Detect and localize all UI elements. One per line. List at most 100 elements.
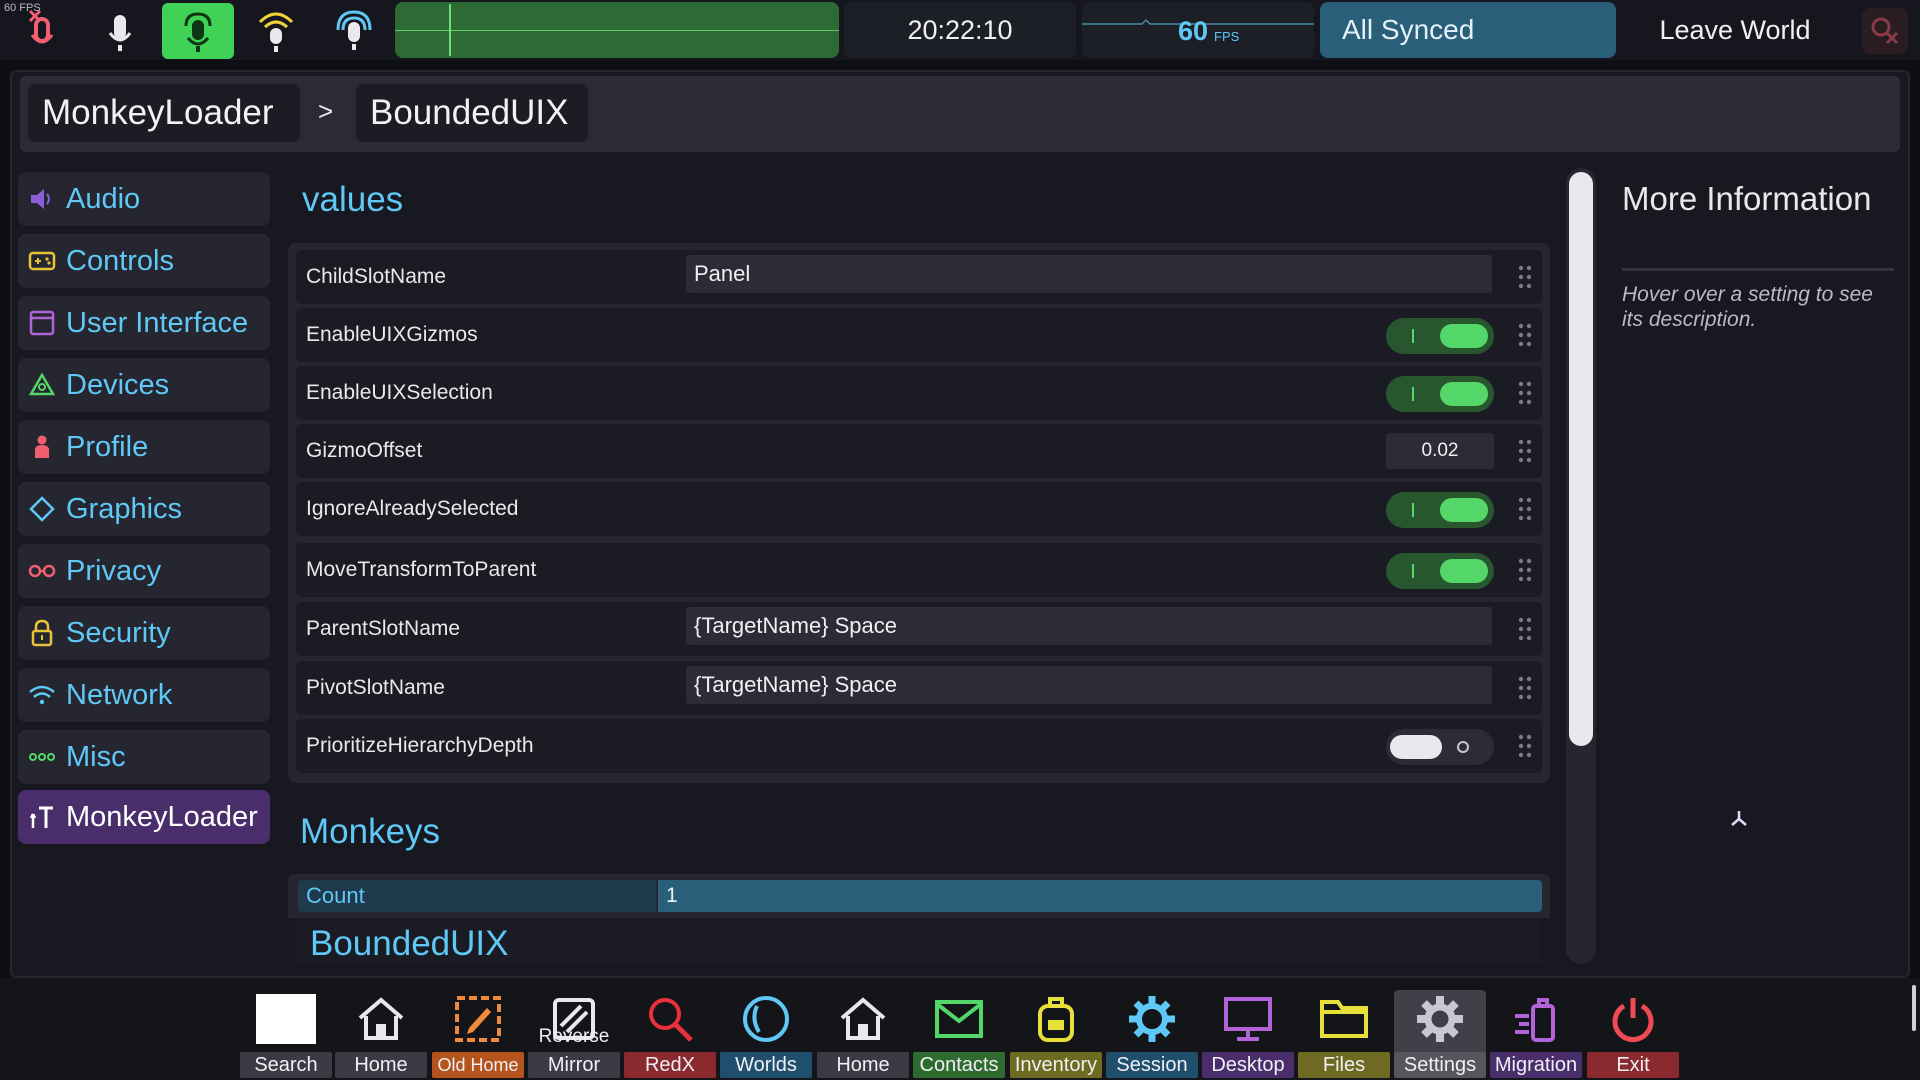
- count-label: Count: [298, 880, 656, 912]
- setting-label: MoveTransformToParent: [306, 558, 537, 581]
- mic-broadcast-button[interactable]: [318, 3, 390, 59]
- sidebar-item-security[interactable]: Security: [18, 606, 270, 660]
- dock-item-mirror[interactable]: Reverse Mirror: [528, 990, 620, 1078]
- sidebar-item-controls[interactable]: Controls: [18, 234, 270, 288]
- breadcrumb-current-label: BoundedUIX: [370, 93, 569, 132]
- sidebar-item-audio[interactable]: Audio: [18, 172, 270, 226]
- fps-monitor: 60 FPS: [1082, 2, 1314, 58]
- setting-row-gizmooffset: GizmoOffset 0.02: [296, 424, 1542, 478]
- sidebar-item-graphics[interactable]: Graphics: [18, 482, 270, 536]
- pivotslotname-input[interactable]: {TargetName} Space: [686, 666, 1492, 704]
- dock-item-search[interactable]: Search: [240, 990, 332, 1078]
- settings-icon: [1410, 990, 1470, 1048]
- sidebar-item-user-interface[interactable]: User Interface: [18, 296, 270, 350]
- migration-icon: [1506, 990, 1566, 1048]
- setting-label: EnableUIXGizmos: [306, 323, 478, 346]
- sidebar-item-network[interactable]: Network: [18, 668, 270, 722]
- sidebar-item-devices[interactable]: Devices: [18, 358, 270, 412]
- dock-item-settings[interactable]: Settings: [1394, 990, 1486, 1078]
- enableuixselection-toggle[interactable]: [1386, 376, 1494, 412]
- drag-handle-icon[interactable]: [1518, 617, 1532, 641]
- drag-handle-icon[interactable]: [1518, 497, 1532, 521]
- dock-item-home[interactable]: Home: [335, 990, 427, 1078]
- dock-label: Settings: [1394, 1052, 1486, 1078]
- scrollbar-thumb[interactable]: [1569, 172, 1593, 746]
- setting-row-parentslotname: ParentSlotName {TargetName} Space: [296, 602, 1542, 656]
- mic-push-to-talk-button[interactable]: [84, 3, 156, 59]
- mic-broadcast-icon: [184, 12, 212, 52]
- monkey-entry[interactable]: BoundedUIX: [296, 918, 1542, 964]
- breadcrumb-current[interactable]: BoundedUIX: [356, 84, 588, 142]
- folder-icon: [1314, 990, 1374, 1048]
- drag-handle-icon[interactable]: [1518, 323, 1532, 347]
- dock-item-old-home[interactable]: Old Home: [432, 990, 524, 1078]
- toggle-on-mark: [1412, 564, 1414, 578]
- setting-row-movetransformtoparent: MoveTransformToParent: [296, 543, 1542, 597]
- mic-broadcast-all-icon: [336, 10, 372, 50]
- power-icon: [1603, 990, 1663, 1048]
- dock-label: Home: [335, 1052, 427, 1078]
- leave-world-button[interactable]: Leave World: [1624, 2, 1846, 58]
- childslotname-input[interactable]: Panel: [686, 255, 1492, 293]
- dock-item-session[interactable]: Session: [1106, 990, 1198, 1078]
- sidebar-item-privacy[interactable]: Privacy: [18, 544, 270, 598]
- toggle-on-mark: [1412, 503, 1414, 517]
- gizmooffset-input[interactable]: 0.02: [1386, 433, 1494, 469]
- sidebar-item-label: MonkeyLoader: [66, 800, 258, 833]
- sidebar-item-monkeyloader[interactable]: MonkeyLoader: [18, 790, 270, 844]
- close-session-button[interactable]: [1862, 8, 1908, 54]
- voice-waveform: [395, 2, 839, 58]
- sidebar-item-label: Profile: [66, 430, 149, 463]
- breadcrumb-root-label: MonkeyLoader: [42, 93, 274, 132]
- dock-item-redx[interactable]: RedX: [624, 990, 716, 1078]
- laser-cursor-icon: [1731, 811, 1747, 826]
- setting-row-pivotslotname: PivotSlotName {TargetName} Space: [296, 661, 1542, 715]
- dock-item-migration[interactable]: Migration: [1490, 990, 1582, 1078]
- dock-item-desktop[interactable]: Desktop: [1202, 990, 1294, 1078]
- mic-muted-button[interactable]: [6, 3, 78, 59]
- drag-handle-icon[interactable]: [1518, 676, 1532, 700]
- dots-icon: [28, 743, 56, 771]
- setting-label: PrioritizeHierarchyDepth: [306, 734, 534, 757]
- drag-handle-icon[interactable]: [1518, 734, 1532, 758]
- breadcrumb-root[interactable]: MonkeyLoader: [28, 84, 300, 142]
- dock-label: Files: [1298, 1052, 1390, 1078]
- sync-status-button[interactable]: All Synced: [1320, 2, 1616, 58]
- content-scrollbar[interactable]: [1566, 168, 1596, 964]
- mic-open-button[interactable]: [162, 3, 234, 59]
- dock-label: Session: [1106, 1052, 1198, 1078]
- parentslotname-input[interactable]: {TargetName} Space: [686, 607, 1492, 645]
- toggle-knob: [1440, 324, 1488, 348]
- sidebar-item-label: Misc: [66, 740, 126, 773]
- dock-item-home-2[interactable]: Home: [817, 990, 909, 1078]
- enableuixgizmos-toggle[interactable]: [1386, 318, 1494, 354]
- dock-item-contacts[interactable]: Contacts: [913, 990, 1005, 1078]
- info-description: Hover over a setting to see its descript…: [1622, 283, 1873, 331]
- dock-item-exit[interactable]: Exit: [1587, 990, 1679, 1078]
- sidebar-item-misc[interactable]: Misc: [18, 730, 270, 784]
- monkey-entry-title: BoundedUIX: [310, 924, 509, 963]
- ignorealreadyselected-toggle[interactable]: [1386, 492, 1494, 528]
- home-icon: [833, 990, 893, 1048]
- drag-handle-icon[interactable]: [1518, 439, 1532, 463]
- toggle-knob: [1440, 498, 1488, 522]
- dock-item-inventory[interactable]: Inventory: [1010, 990, 1102, 1078]
- dock-item-worlds[interactable]: Worlds: [720, 990, 812, 1078]
- toggle-on-mark: [1412, 329, 1414, 343]
- gamepad-icon: [28, 247, 56, 275]
- movetransformtoparent-toggle[interactable]: [1386, 553, 1494, 589]
- drag-handle-icon[interactable]: [1518, 558, 1532, 582]
- glasses-icon: [28, 557, 56, 585]
- setting-label: ParentSlotName: [306, 617, 461, 640]
- drag-handle-icon[interactable]: [1518, 381, 1532, 405]
- dock-label: Worlds: [720, 1052, 812, 1078]
- fps-unit: FPS: [1214, 29, 1240, 44]
- prioritizehierarchydepth-toggle[interactable]: [1386, 729, 1494, 765]
- sidebar-item-label: Security: [66, 616, 171, 649]
- sidebar-item-label: Devices: [66, 368, 170, 401]
- dock-item-files[interactable]: Files: [1298, 990, 1390, 1078]
- sidebar-item-profile[interactable]: Profile: [18, 420, 270, 474]
- mic-shout-button[interactable]: [240, 3, 312, 59]
- drag-handle-icon[interactable]: [1518, 265, 1532, 289]
- person-icon: [28, 433, 56, 461]
